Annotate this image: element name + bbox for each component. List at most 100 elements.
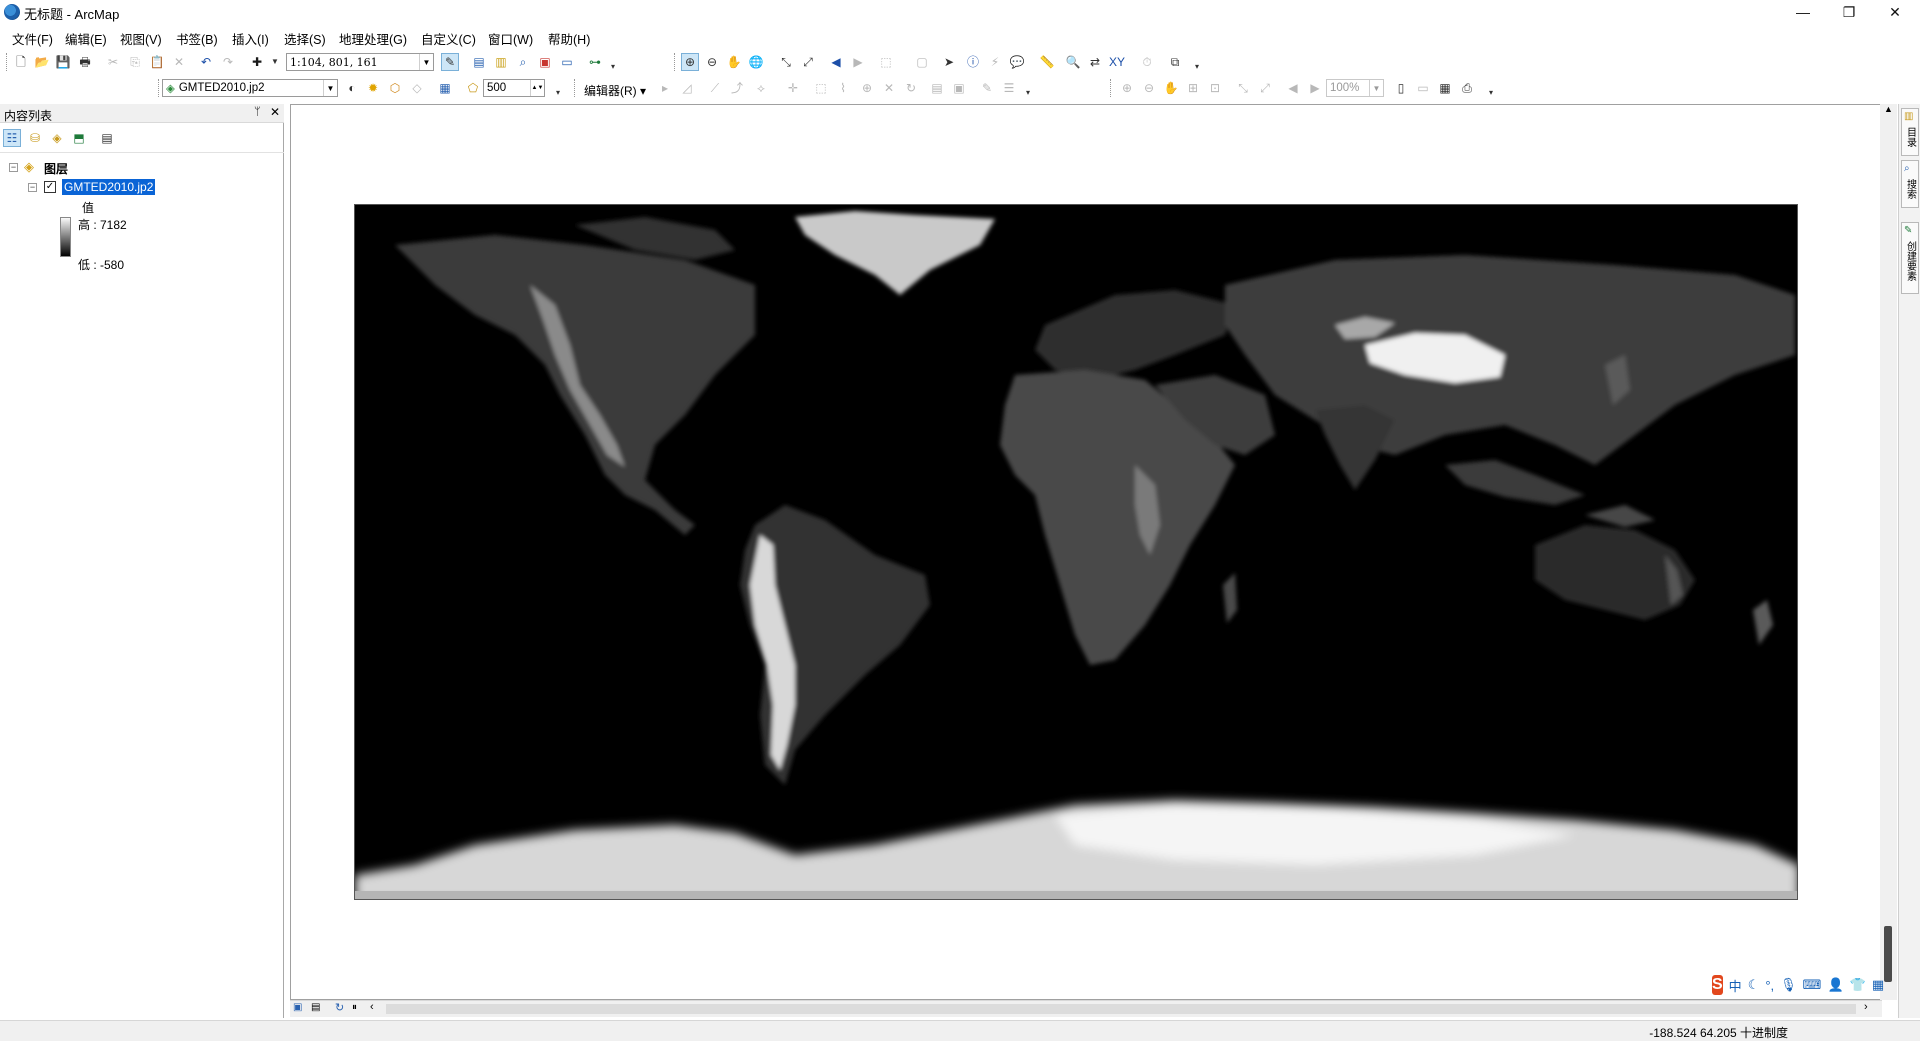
scroll-left-icon[interactable]: ‹ — [370, 1001, 374, 1013]
spin-icon[interactable]: ▲▼ — [530, 80, 544, 96]
catalog-dock-tab[interactable]: ▥ 目录 — [1901, 108, 1919, 156]
edit-tool-icon[interactable]: ▸ — [656, 79, 674, 97]
user-icon[interactable]: 👤 — [1827, 977, 1843, 993]
html-popup-icon[interactable]: 💬 — [1008, 53, 1026, 71]
model-builder-icon[interactable]: ⊶ — [586, 53, 604, 71]
identify-icon[interactable]: ⓘ — [964, 53, 982, 71]
brightness-icon[interactable]: ✹ — [364, 79, 382, 97]
resolution-input[interactable]: 500 ▲▼ — [483, 79, 545, 97]
attributes-icon[interactable]: ▤ — [928, 79, 946, 97]
focus-data-frame-icon[interactable]: ▭ — [1414, 79, 1432, 97]
clear-selection-icon[interactable]: ▢ — [913, 53, 931, 71]
scroll-right-icon[interactable]: › — [1864, 1001, 1868, 1013]
layout-zoom-out-icon[interactable]: ⊖ — [1140, 79, 1158, 97]
chevron-down-icon[interactable]: ▼ — [323, 80, 337, 96]
print-icon[interactable]: 🖶 — [76, 53, 94, 71]
menu-selection[interactable]: 选择(S) — [284, 29, 326, 48]
sketch-properties-icon[interactable]: ▣ — [950, 79, 968, 97]
edit-vertices-icon[interactable]: ⬚ — [812, 79, 830, 97]
ime-mode[interactable]: 中 — [1729, 976, 1742, 995]
list-by-drawing-order-icon[interactable]: ☷ — [3, 129, 21, 147]
raster-resolution-icon[interactable]: ▦ — [436, 79, 454, 97]
hyperlink-icon[interactable]: ⚡ — [986, 53, 1004, 71]
back-extent-icon[interactable]: ◀ — [827, 53, 845, 71]
find-icon[interactable]: 🔍 — [1064, 53, 1082, 71]
create-features-dock-tab[interactable]: ✎ 创建要素 — [1901, 222, 1919, 294]
catalog-window-icon[interactable]: ▥ — [492, 53, 510, 71]
menu-geoprocessing[interactable]: 地理处理(G) — [339, 29, 407, 48]
toolbar-grip[interactable] — [6, 53, 9, 71]
close-button[interactable]: ✕ — [1872, 0, 1918, 24]
pan-icon[interactable]: ✋ — [725, 53, 743, 71]
layer-combo[interactable]: ◈ GMTED2010.jp2 ▼ — [162, 79, 338, 97]
swipe-icon[interactable]: ◇ — [408, 79, 426, 97]
cut-icon[interactable]: ✂ — [104, 53, 122, 71]
measure-icon[interactable]: 📏 — [1038, 53, 1056, 71]
find-route-icon[interactable]: ⇄ — [1086, 53, 1104, 71]
redo-icon[interactable]: ↷ — [219, 53, 237, 71]
layout-view-icon[interactable]: ▤ — [311, 1002, 320, 1013]
new-document-icon[interactable]: 🗋 — [12, 53, 30, 71]
restore-button[interactable]: ❐ — [1826, 0, 1872, 24]
contrast-icon[interactable]: ◐ — [343, 79, 361, 97]
layers-group-label[interactable]: 图层 — [44, 160, 68, 177]
pin-icon[interactable]: ᛘ — [254, 106, 261, 118]
list-by-visibility-icon[interactable]: ◈ — [48, 129, 66, 147]
toolbar-overflow-icon[interactable]: ▾ — [604, 58, 622, 76]
edit-table-icon[interactable]: ☰ — [1000, 79, 1018, 97]
scroll-up-icon[interactable]: ▲ — [1884, 104, 1893, 114]
keyboard-icon[interactable]: ⌨ — [1803, 977, 1822, 993]
collapse-icon[interactable]: − — [9, 163, 18, 172]
pause-drawing-icon[interactable]: ⏸ — [352, 1002, 357, 1013]
chevron-down-icon[interactable]: ▼ — [1369, 80, 1383, 96]
toolbar-grip[interactable] — [158, 79, 161, 97]
menu-bookmarks[interactable]: 书签(B) — [176, 29, 218, 48]
open-folder-icon[interactable]: 📂 — [33, 53, 51, 71]
layout-zoom-combo[interactable]: 100% ▼ — [1326, 79, 1384, 97]
horizontal-scrollbar[interactable]: ▣ ▤ ↻ ⏸ ‹ › — [290, 1000, 1882, 1017]
data-view-icon[interactable]: ▣ — [293, 1002, 302, 1013]
map-display[interactable] — [290, 104, 1882, 1000]
fixed-zoom-out-icon[interactable]: ⤢ — [799, 53, 817, 71]
toolbar-grip[interactable] — [1110, 79, 1113, 97]
toolbar-grip[interactable] — [574, 79, 577, 97]
toolbar-overflow-icon[interactable]: ▾ — [1482, 84, 1500, 102]
layout-zoom-in-icon[interactable]: ⊕ — [1118, 79, 1136, 97]
scale-combo[interactable]: 1:104, 801, 161 ▼ — [286, 53, 434, 71]
edit-annotation-icon[interactable]: ◿ — [678, 79, 696, 97]
toggle-draft-mode-icon[interactable]: ▯ — [1392, 79, 1410, 97]
transparency-icon[interactable]: ⬡ — [386, 79, 404, 97]
straight-segment-icon[interactable]: ⟋ — [706, 79, 724, 97]
select-elements-icon[interactable]: ➤ — [940, 53, 958, 71]
editor-toolbar-toggle-icon[interactable]: ✎ — [441, 53, 459, 71]
reshape-feature-icon[interactable]: ⌇ — [834, 79, 852, 97]
menu-help[interactable]: 帮助(H) — [548, 29, 590, 48]
previous-extent-layout-icon[interactable]: ◀ — [1284, 79, 1302, 97]
zoom-100-icon[interactable]: ⊡ — [1206, 79, 1224, 97]
fixed-zoom-in-layout-icon[interactable]: ⤡ — [1234, 79, 1252, 97]
create-features-icon[interactable]: ✎ — [978, 79, 996, 97]
grid-menu-icon[interactable]: ▦ — [1872, 977, 1884, 993]
punctuation-icon[interactable]: °, — [1765, 978, 1774, 993]
copy-icon[interactable]: ⎘ — [126, 53, 144, 71]
menu-view[interactable]: 视图(V) — [120, 29, 162, 48]
search-window-icon[interactable]: ⌕ — [514, 53, 532, 71]
save-icon[interactable]: 💾 — [54, 53, 72, 71]
menu-windows[interactable]: 窗口(W) — [488, 29, 533, 48]
python-window-icon[interactable]: ▭ — [558, 53, 576, 71]
next-extent-layout-icon[interactable]: ▶ — [1306, 79, 1324, 97]
layer-name[interactable]: GMTED2010.jp2 — [62, 179, 156, 195]
list-by-source-icon[interactable]: ⛁ — [26, 129, 44, 147]
refresh-icon[interactable]: ↻ — [335, 1001, 344, 1014]
go-to-xy-icon[interactable]: XY — [1108, 53, 1126, 71]
menu-edit[interactable]: 编辑(E) — [65, 29, 107, 48]
skin-icon[interactable]: 👕 — [1850, 977, 1866, 993]
layout-pan-icon[interactable]: ✋ — [1162, 79, 1180, 97]
moon-icon[interactable]: ☾ — [1748, 977, 1760, 993]
menu-insert[interactable]: 插入(I) — [232, 29, 269, 48]
undo-icon[interactable]: ↶ — [197, 53, 215, 71]
sogou-logo-icon[interactable]: S — [1712, 975, 1723, 995]
time-slider-icon[interactable]: ⏱ — [1138, 53, 1156, 71]
end-point-arc-icon[interactable]: ⤴ — [728, 79, 746, 97]
horizontal-scroll-track[interactable] — [386, 1004, 1856, 1014]
